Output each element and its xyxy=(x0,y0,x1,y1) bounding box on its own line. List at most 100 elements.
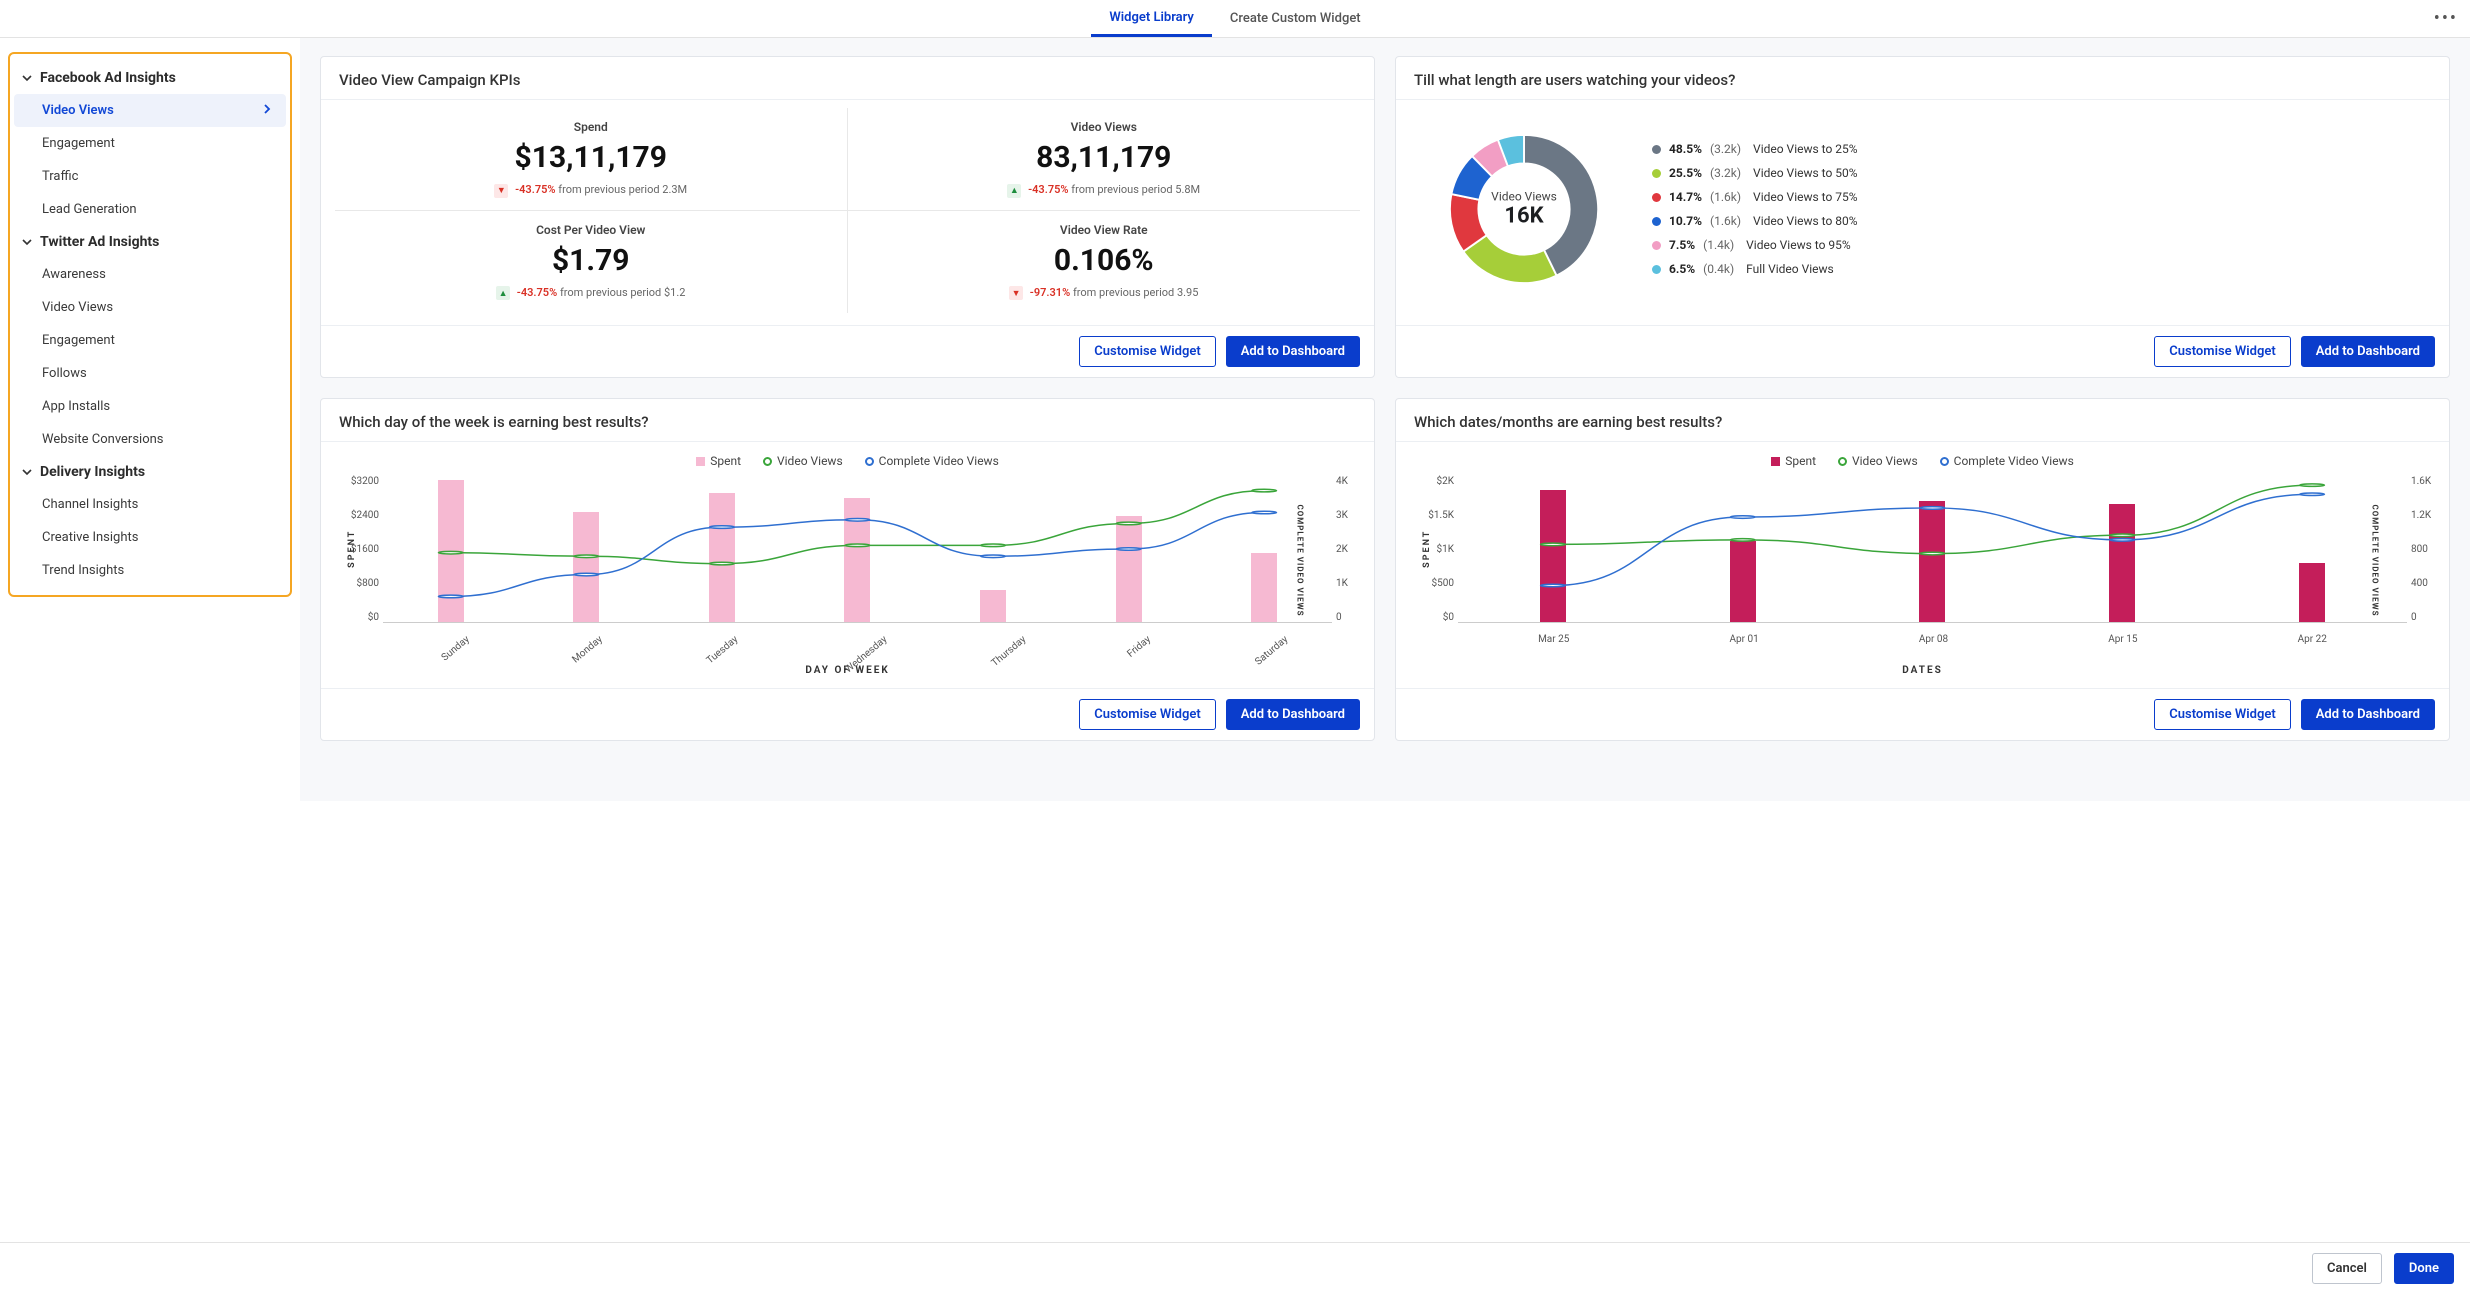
customise-widget-button[interactable]: Customise Widget xyxy=(2154,336,2290,367)
chevron-down-icon xyxy=(22,72,34,84)
cancel-button[interactable]: Cancel xyxy=(2312,1253,2382,1284)
donut-legend: 48.5% (3.2k) Video Views to 25% 25.5% (3… xyxy=(1652,137,2431,281)
sidebar-group-facebook[interactable]: Facebook Ad Insights xyxy=(14,62,286,94)
legend-count: (3.2k) xyxy=(1710,166,1741,180)
legend-pct: 7.5% xyxy=(1669,238,1695,252)
donut-chart: Video Views 16K xyxy=(1414,114,1634,304)
widget-video-watch-length: Till what length are users watching your… xyxy=(1395,56,2450,378)
legend-row: 25.5% (3.2k) Video Views to 50% xyxy=(1652,161,2431,185)
add-to-dashboard-button[interactable]: Add to Dashboard xyxy=(1226,336,1360,367)
legend-item-label: Complete Video Views xyxy=(879,454,999,468)
kpi-value: $1.79 xyxy=(345,243,837,278)
add-to-dashboard-button[interactable]: Add to Dashboard xyxy=(2301,699,2435,730)
legend-desc: Video Views to 25% xyxy=(1753,142,1858,156)
done-button[interactable]: Done xyxy=(2394,1253,2454,1284)
sidebar-group-label: Delivery Insights xyxy=(40,464,145,480)
customise-widget-button[interactable]: Customise Widget xyxy=(2154,699,2290,730)
legend-dot-icon xyxy=(1652,169,1661,178)
legend-item-label: Video Views xyxy=(777,454,843,468)
sidebar-item-label: Video Views xyxy=(42,103,114,118)
legend-dot-icon xyxy=(1652,145,1661,154)
tab-create-custom-widget[interactable]: Create Custom Widget xyxy=(1212,0,1379,37)
widget-title: Video View Campaign KPIs xyxy=(321,57,1374,100)
sidebar-item-website-conversions[interactable]: Website Conversions xyxy=(14,423,286,456)
add-to-dashboard-button[interactable]: Add to Dashboard xyxy=(1226,699,1360,730)
legend-row: 10.7% (1.6k) Video Views to 80% xyxy=(1652,209,2431,233)
sidebar-item-trend-insights[interactable]: Trend Insights xyxy=(14,554,286,587)
legend-row: 7.5% (1.4k) Video Views to 95% xyxy=(1652,233,2431,257)
donut-center-label: Video Views xyxy=(1491,190,1557,204)
chevron-down-icon xyxy=(22,466,34,478)
kpi-label: Video Views xyxy=(858,120,1351,134)
legend-item-label: Spent xyxy=(710,454,741,468)
sidebar-item-traffic[interactable]: Traffic xyxy=(14,160,286,193)
legend-count: (1.4k) xyxy=(1703,238,1734,252)
kpi-cell: Cost Per Video View $1.79 ▲ -43.75% from… xyxy=(335,211,848,314)
widget-title: Till what length are users watching your… xyxy=(1396,57,2449,100)
widget-category-sidebar: Facebook Ad Insights Video Views Engagem… xyxy=(8,52,292,597)
kpi-delta: ▼ -43.75% from previous period 2.3M xyxy=(345,183,837,198)
legend-item-label: Video Views xyxy=(1852,454,1918,468)
kpi-value: 0.106% xyxy=(858,243,1351,278)
legend-pct: 48.5% xyxy=(1669,142,1702,156)
sidebar-item-channel-insights[interactable]: Channel Insights xyxy=(14,488,286,521)
kpi-value: 83,11,179 xyxy=(858,140,1351,175)
customise-widget-button[interactable]: Customise Widget xyxy=(1079,699,1215,730)
sidebar-item-app-installs[interactable]: App Installs xyxy=(14,390,286,423)
sidebar-item-engagement-tw[interactable]: Engagement xyxy=(14,324,286,357)
y2-axis-label: COMPLETE VIDEO VIEWS xyxy=(1295,504,1304,616)
legend-pct: 25.5% xyxy=(1669,166,1702,180)
dates-chart: $2K$1.5K$1K$500$01.6K1.2K8004000Mar 25Ap… xyxy=(1458,476,2407,641)
kpi-label: Video View Rate xyxy=(858,223,1351,237)
legend-item-label: Spent xyxy=(1785,454,1816,468)
customise-widget-button[interactable]: Customise Widget xyxy=(1079,336,1215,367)
widget-video-view-kpis: Video View Campaign KPIs Spend $13,11,17… xyxy=(320,56,1375,378)
sidebar-group-delivery[interactable]: Delivery Insights xyxy=(14,456,286,488)
x-axis-label: DATES xyxy=(1410,665,2435,676)
legend-count: (0.4k) xyxy=(1703,262,1734,276)
sidebar-item-video-views-tw[interactable]: Video Views xyxy=(14,291,286,324)
add-to-dashboard-button[interactable]: Add to Dashboard xyxy=(2301,336,2435,367)
dialog-footer: Cancel Done xyxy=(0,1242,2470,1294)
legend-row: 6.5% (0.4k) Full Video Views xyxy=(1652,257,2431,281)
kpi-delta: ▲ -43.75% from previous period 5.8M xyxy=(858,183,1351,198)
kpi-cell: Spend $13,11,179 ▼ -43.75% from previous… xyxy=(335,108,848,211)
sidebar-item-engagement[interactable]: Engagement xyxy=(14,127,286,160)
chart-legend: Spent Video Views Complete Video Views xyxy=(335,454,1360,468)
kpi-label: Spend xyxy=(345,120,837,134)
sidebar-item-lead-generation[interactable]: Lead Generation xyxy=(14,193,286,226)
widget-title: Which day of the week is earning best re… xyxy=(321,399,1374,442)
sidebar-item-creative-insights[interactable]: Creative Insights xyxy=(14,521,286,554)
legend-row: 48.5% (3.2k) Video Views to 25% xyxy=(1652,137,2431,161)
legend-pct: 14.7% xyxy=(1669,190,1702,204)
legend-count: (1.6k) xyxy=(1710,214,1741,228)
widget-gallery: Video View Campaign KPIs Spend $13,11,17… xyxy=(300,38,2470,801)
sidebar-group-twitter[interactable]: Twitter Ad Insights xyxy=(14,226,286,258)
tab-widget-library[interactable]: Widget Library xyxy=(1091,0,1212,37)
sidebar-item-video-views[interactable]: Video Views xyxy=(14,94,286,127)
legend-desc: Full Video Views xyxy=(1746,262,1834,276)
dow-chart: $3200$2400$1600$800$04K3K2K1K0SundayMond… xyxy=(383,476,1332,641)
legend-desc: Video Views to 50% xyxy=(1753,166,1858,180)
legend-dot-icon xyxy=(1652,217,1661,226)
kpi-value: $13,11,179 xyxy=(345,140,837,175)
trend-up-icon: ▲ xyxy=(1007,184,1021,198)
y2-axis-label: COMPLETE VIDEO VIEWS xyxy=(2370,504,2379,616)
chart-legend: Spent Video Views Complete Video Views xyxy=(1410,454,2435,468)
legend-row: 14.7% (1.6k) Video Views to 75% xyxy=(1652,185,2431,209)
widget-dates-results: Which dates/months are earning best resu… xyxy=(1395,398,2450,741)
legend-dot-icon xyxy=(1652,193,1661,202)
trend-down-icon: ▼ xyxy=(1009,286,1023,300)
legend-count: (3.2k) xyxy=(1710,142,1741,156)
more-menu-icon[interactable]: ••• xyxy=(2434,8,2458,29)
chevron-down-icon xyxy=(22,236,34,248)
kpi-cell: Video Views 83,11,179 ▲ -43.75% from pre… xyxy=(848,108,1361,211)
sidebar-item-follows[interactable]: Follows xyxy=(14,357,286,390)
kpi-label: Cost Per Video View xyxy=(345,223,837,237)
kpi-delta: ▲ -43.75% from previous period $1.2 xyxy=(345,286,837,301)
widget-title: Which dates/months are earning best resu… xyxy=(1396,399,2449,442)
chevron-right-icon xyxy=(262,103,272,118)
sidebar-item-awareness[interactable]: Awareness xyxy=(14,258,286,291)
trend-down-icon: ▼ xyxy=(494,184,508,198)
trend-up-icon: ▲ xyxy=(496,286,510,300)
